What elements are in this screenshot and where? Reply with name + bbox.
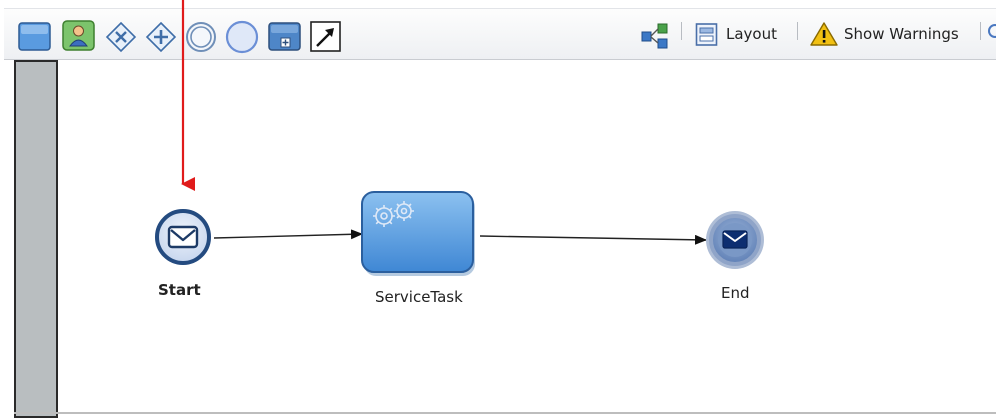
sequence-flow-task-to-end[interactable] — [479, 234, 707, 245]
process-editor: Layout Show Warnings Start ServiceTask E… — [0, 0, 996, 418]
envelope-icon — [722, 230, 748, 249]
end-event-label: End — [721, 284, 750, 302]
start-event[interactable] — [155, 209, 211, 265]
end-event[interactable] — [706, 211, 764, 269]
sequence-flow-start-to-task[interactable] — [213, 229, 363, 240]
service-task[interactable] — [361, 191, 475, 276]
process-diagram — [155, 0, 764, 276]
start-event-label: Start — [158, 281, 201, 299]
envelope-icon — [167, 225, 199, 249]
service-task-label: ServiceTask — [375, 288, 463, 306]
